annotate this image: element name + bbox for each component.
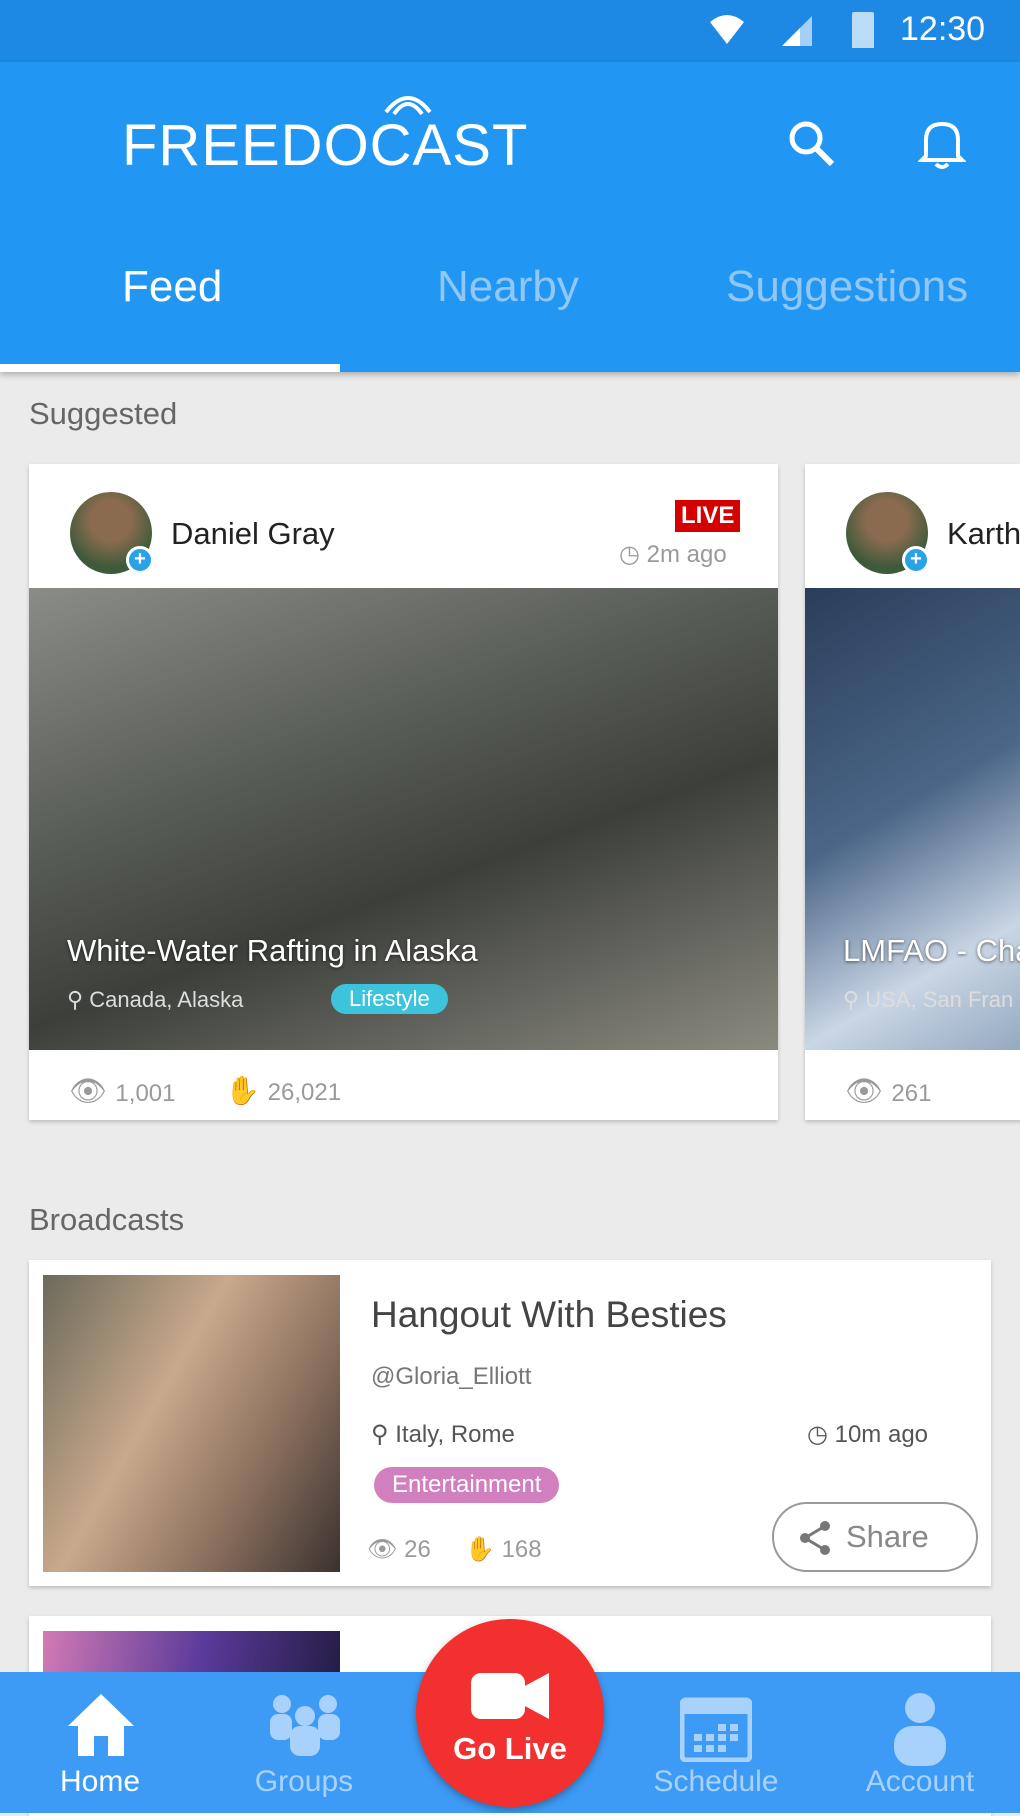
pin-icon: ⚲ xyxy=(371,1421,396,1448)
nav-schedule[interactable]: Schedule xyxy=(636,1672,796,1813)
account-icon xyxy=(894,1693,946,1766)
clap-icon: ✋ xyxy=(225,1075,268,1106)
tab-suggestions[interactable]: Suggestions xyxy=(726,262,968,312)
clock-icon: ◷ xyxy=(619,541,647,568)
pin-icon: ⚲ xyxy=(843,987,866,1012)
video-thumbnail[interactable]: LMFAO - Cha ⚲ USA, San Fran xyxy=(805,588,1020,1050)
clock: 12:30 xyxy=(900,10,986,48)
suggested-card[interactable]: + Daniel Gray LIVE ◷ 2m ago White-Water … xyxy=(29,464,778,1120)
calendar-icon xyxy=(680,1697,752,1762)
share-button[interactable]: Share xyxy=(772,1502,978,1572)
pin-icon: ⚲ xyxy=(67,987,90,1012)
video-title: White-Water Rafting in Alaska xyxy=(67,933,478,968)
bell-icon[interactable] xyxy=(918,116,966,170)
follow-plus-icon[interactable]: + xyxy=(126,546,154,574)
tab-nearby[interactable]: Nearby xyxy=(437,262,579,312)
go-live-button[interactable]: Go Live xyxy=(416,1619,604,1807)
location: ⚲ Italy, Rome xyxy=(371,1421,515,1448)
nav-groups[interactable]: Groups xyxy=(224,1672,384,1813)
broadcast-handle[interactable]: @Gloria_Elliott xyxy=(371,1363,531,1391)
eye-icon: 👁 xyxy=(367,1536,405,1563)
eye-icon: 👁 xyxy=(69,1075,116,1108)
location: ⚲ USA, San Fran xyxy=(843,987,1014,1012)
app-bar: FREEDOCAST Feed Nearby Suggestions xyxy=(0,62,1020,372)
eye-icon: 👁 xyxy=(845,1075,892,1108)
broadcast-waves-icon xyxy=(384,96,432,116)
clap-count: ✋ 168 xyxy=(465,1536,542,1563)
video-title: LMFAO - Cha xyxy=(843,933,1020,968)
home-icon xyxy=(68,1694,134,1756)
status-bar: 12:30 xyxy=(0,0,1020,62)
share-icon xyxy=(800,1521,830,1555)
clock-icon: ◷ xyxy=(807,1421,835,1448)
suggested-card[interactable]: + Karth LMFAO - Cha ⚲ USA, San Fran 👁 26… xyxy=(805,464,1020,1120)
section-broadcasts: Broadcasts xyxy=(29,1202,185,1237)
broadcast-thumbnail[interactable] xyxy=(43,1275,340,1572)
user-name[interactable]: Daniel Gray xyxy=(171,516,335,552)
view-count: 👁 26 xyxy=(367,1536,431,1563)
time-ago: ◷ 2m ago xyxy=(619,541,727,568)
follow-plus-icon[interactable]: + xyxy=(902,546,930,574)
user-name[interactable]: Karth xyxy=(947,516,1020,552)
wifi-icon xyxy=(710,15,744,44)
broadcast-title[interactable]: Hangout With Besties xyxy=(371,1294,727,1336)
section-suggested: Suggested xyxy=(29,396,178,431)
clap-count: ✋ 26,021 xyxy=(225,1075,342,1106)
signal-icon xyxy=(782,16,812,46)
video-thumbnail[interactable]: White-Water Rafting in Alaska ⚲ Canada, … xyxy=(29,588,778,1050)
category-chip[interactable]: Entertainment xyxy=(374,1467,560,1503)
app-logo: FREEDOCAST xyxy=(122,113,529,178)
tab-feed[interactable]: Feed xyxy=(122,262,222,312)
category-chip[interactable]: Lifestyle xyxy=(331,984,448,1014)
time-ago: ◷ 10m ago xyxy=(807,1421,929,1448)
live-badge: LIVE xyxy=(675,500,741,532)
nav-account[interactable]: Account xyxy=(840,1672,1000,1813)
search-icon[interactable] xyxy=(786,118,838,170)
groups-icon xyxy=(270,1695,340,1756)
nav-home[interactable]: Home xyxy=(20,1672,180,1813)
active-tab-indicator xyxy=(0,364,340,372)
broadcast-card[interactable]: Hangout With Besties @Gloria_Elliott ⚲ I… xyxy=(29,1260,991,1586)
view-count: 👁 1,001 xyxy=(69,1075,176,1108)
video-camera-icon xyxy=(471,1673,549,1719)
location: ⚲ Canada, Alaska xyxy=(67,987,244,1012)
view-count: 👁 261 xyxy=(845,1075,932,1108)
battery-icon xyxy=(852,12,874,48)
clap-icon: ✋ xyxy=(465,1536,502,1563)
